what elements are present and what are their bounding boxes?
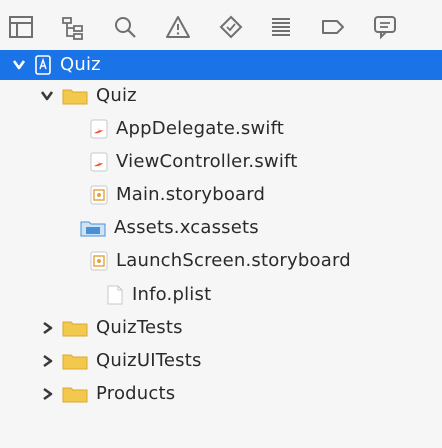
disclosure-collapsed-icon[interactable] bbox=[40, 354, 54, 368]
project-file-icon bbox=[34, 55, 52, 75]
folder-icon bbox=[62, 87, 88, 105]
chat-icon[interactable] bbox=[372, 14, 398, 40]
disclosure-expanded-icon[interactable] bbox=[40, 89, 54, 103]
group-label: QuizUITests bbox=[96, 350, 202, 371]
group-label: QuizTests bbox=[96, 317, 183, 338]
folder-icon bbox=[62, 319, 88, 337]
group-row-products[interactable]: Products bbox=[40, 378, 175, 410]
tag-icon[interactable] bbox=[320, 14, 346, 40]
file-row-viewcontroller[interactable]: ViewController.swift bbox=[90, 146, 298, 178]
folder-icon[interactable] bbox=[8, 14, 34, 40]
file-row-info-plist[interactable]: Info.plist bbox=[106, 279, 211, 311]
disclosure-collapsed-icon[interactable] bbox=[40, 321, 54, 335]
group-label: Products bbox=[96, 383, 176, 404]
warning-icon[interactable] bbox=[165, 14, 191, 40]
file-label: Main.storyboard bbox=[116, 184, 266, 205]
breakpoint-icon[interactable] bbox=[218, 14, 244, 40]
file-label: Info.plist bbox=[132, 284, 212, 305]
file-label: AppDelegate.swift bbox=[116, 118, 285, 139]
disclosure-collapsed-icon[interactable] bbox=[40, 387, 54, 401]
plist-file-icon bbox=[106, 285, 124, 305]
list-icon[interactable] bbox=[268, 14, 294, 40]
file-row-launchscreen[interactable]: LaunchScreen.storyboard bbox=[90, 245, 351, 277]
swift-file-icon bbox=[90, 119, 108, 139]
folder-icon bbox=[62, 385, 88, 403]
search-icon[interactable] bbox=[112, 14, 138, 40]
group-row-quiztests[interactable]: QuizTests bbox=[40, 312, 183, 344]
hierarchy-icon[interactable] bbox=[60, 14, 86, 40]
group-row-quizuitests[interactable]: QuizUITests bbox=[40, 345, 202, 377]
project-root-row[interactable]: Quiz bbox=[12, 49, 101, 81]
file-row-assets[interactable]: Assets.xcassets bbox=[80, 212, 259, 244]
project-label: Quiz bbox=[60, 54, 101, 75]
file-label: LaunchScreen.storyboard bbox=[116, 250, 351, 271]
swift-file-icon bbox=[90, 152, 108, 172]
file-label: Assets.xcassets bbox=[114, 217, 259, 238]
file-row-main-storyboard[interactable]: Main.storyboard bbox=[90, 179, 265, 211]
storyboard-file-icon bbox=[90, 251, 108, 271]
navigator-toolbar bbox=[0, 0, 442, 48]
group-label: Quiz bbox=[96, 85, 137, 106]
group-row-quiz[interactable]: Quiz bbox=[40, 80, 137, 112]
disclosure-expanded-icon[interactable] bbox=[12, 58, 26, 72]
storyboard-file-icon bbox=[90, 185, 108, 205]
folder-icon bbox=[62, 352, 88, 370]
assets-folder-icon bbox=[80, 219, 106, 237]
file-row-appdelegate[interactable]: AppDelegate.swift bbox=[90, 113, 284, 145]
file-label: ViewController.swift bbox=[116, 151, 298, 172]
